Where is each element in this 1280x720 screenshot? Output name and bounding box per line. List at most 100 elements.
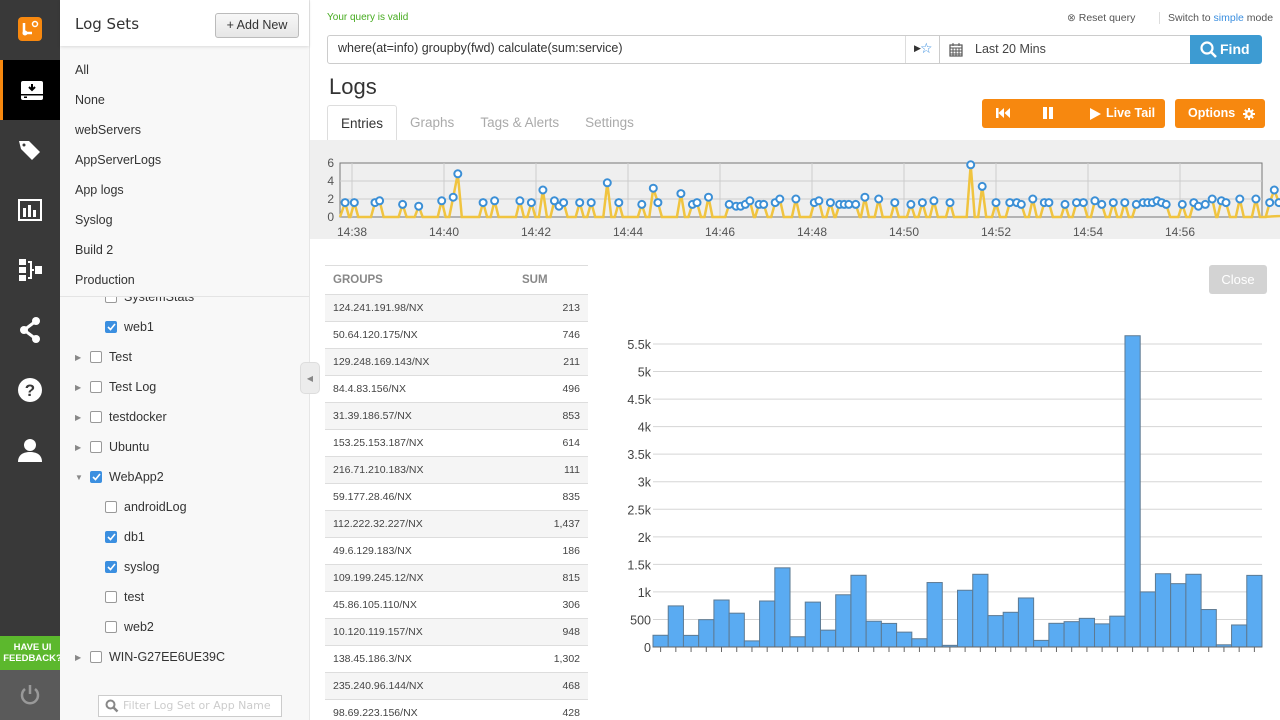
hierarchy-nav-item[interactable] [0, 240, 60, 300]
bar[interactable] [880, 622, 898, 648]
data-point[interactable] [814, 196, 824, 206]
bar[interactable] [1063, 621, 1080, 648]
close-button[interactable]: Close [1209, 265, 1267, 294]
table-row[interactable]: 49.6.129.183/NX 186 [325, 538, 588, 565]
data-point[interactable] [929, 196, 939, 206]
log-tree-item[interactable]: ▶ testdocker [75, 407, 167, 427]
bar[interactable] [667, 605, 684, 648]
table-row[interactable]: 138.45.186.3/NX 1,302 [325, 646, 588, 673]
feedback-button[interactable]: HAVE UI FEEDBACK? [0, 636, 65, 670]
time-range-picker[interactable]: Last 20 Mins [940, 35, 1191, 64]
data-point[interactable] [398, 199, 408, 209]
data-point[interactable] [437, 196, 447, 206]
logo-icon[interactable] [18, 17, 42, 41]
data-point[interactable] [676, 189, 686, 199]
checkbox[interactable] [90, 651, 102, 663]
log-tree-item[interactable]: db1 [105, 527, 145, 547]
log-set-item[interactable]: AppServerLogs [60, 145, 309, 175]
table-row[interactable]: 124.241.191.98/NX 213 [325, 295, 588, 322]
bar[interactable] [743, 640, 761, 648]
bar[interactable] [911, 638, 928, 648]
data-point[interactable] [1028, 194, 1038, 204]
bar[interactable] [1048, 622, 1065, 648]
bar[interactable] [1094, 623, 1111, 648]
data-point[interactable] [825, 198, 835, 208]
data-point[interactable] [1221, 198, 1231, 208]
data-point[interactable] [874, 194, 884, 204]
table-row[interactable]: 84.4.83.156/NX 496 [325, 376, 588, 403]
bar[interactable] [1139, 591, 1156, 648]
data-point[interactable] [977, 181, 987, 191]
data-point[interactable] [1251, 194, 1261, 204]
data-point[interactable] [906, 199, 916, 209]
log-set-item[interactable]: App logs [60, 175, 309, 205]
log-tree-item[interactable]: ▶ WIN-G27EE6UE39C [75, 647, 225, 667]
data-point[interactable] [1016, 199, 1026, 209]
column-header-groups[interactable]: GROUPS [333, 274, 383, 286]
data-point[interactable] [890, 198, 900, 208]
data-point[interactable] [515, 196, 525, 206]
data-point[interactable] [340, 198, 350, 208]
caret-right-icon[interactable]: ▶ [75, 653, 85, 662]
checkbox[interactable] [90, 441, 102, 453]
table-row[interactable]: 235.240.96.144/NX 468 [325, 673, 588, 700]
bar[interactable] [652, 634, 669, 648]
bar[interactable] [957, 589, 974, 648]
data-point[interactable] [1161, 199, 1171, 209]
log-tree-item[interactable]: syslog [105, 557, 159, 577]
share-nav-item[interactable] [0, 300, 60, 360]
data-point[interactable] [453, 169, 463, 179]
data-point[interactable] [586, 198, 596, 208]
data-point[interactable] [692, 198, 702, 208]
bar[interactable] [987, 615, 1004, 648]
bar[interactable] [1170, 583, 1187, 648]
data-point[interactable] [759, 199, 769, 209]
tab-graphs[interactable]: Graphs [397, 105, 467, 141]
find-button[interactable]: Find [1190, 35, 1262, 64]
data-point[interactable] [991, 198, 1001, 208]
table-row[interactable]: 109.199.245.12/NX 815 [325, 565, 588, 592]
log-tree-item[interactable]: web2 [105, 617, 154, 637]
tab-tags-alerts[interactable]: Tags & Alerts [467, 105, 572, 141]
data-point[interactable] [559, 198, 569, 208]
bar[interactable] [698, 619, 715, 648]
bar[interactable] [850, 574, 867, 648]
table-row[interactable]: 31.39.186.57/NX 853 [325, 403, 588, 430]
checkbox[interactable] [90, 411, 102, 423]
caret-right-icon[interactable]: ▶ [75, 413, 85, 422]
live-tail-button[interactable]: Live Tail [1090, 99, 1155, 128]
log-tree-item[interactable]: ▼ WebApp2 [75, 467, 164, 487]
log-tree-item[interactable]: ▶ Test [75, 347, 132, 367]
bar[interactable] [1154, 573, 1172, 648]
log-tree-item[interactable]: SystemStats [105, 297, 194, 307]
data-point[interactable] [349, 198, 359, 208]
bar[interactable] [713, 599, 730, 648]
checkbox[interactable] [90, 351, 102, 363]
filter-log-set-input[interactable]: Filter Log Set or App Name [98, 695, 282, 717]
bar[interactable] [1231, 624, 1248, 648]
data-point[interactable] [490, 196, 500, 206]
table-row[interactable]: 112.222.32.227/NX 1,437 [325, 511, 588, 538]
data-point[interactable] [704, 192, 713, 202]
data-point[interactable] [1078, 198, 1088, 208]
bar[interactable] [896, 631, 913, 648]
help-nav-item[interactable]: ? [0, 360, 60, 420]
checkbox[interactable] [105, 531, 117, 543]
bar[interactable] [1033, 639, 1050, 648]
log-set-item[interactable]: Syslog [60, 205, 309, 235]
data-point[interactable] [745, 196, 755, 206]
checkbox[interactable] [105, 621, 117, 633]
data-point[interactable] [775, 194, 785, 204]
caret-right-icon[interactable]: ▶ [75, 383, 85, 392]
column-header-sum[interactable]: SUM [522, 274, 548, 286]
options-button[interactable]: Options [1175, 99, 1265, 128]
log-set-item[interactable]: None [60, 85, 309, 115]
bar[interactable] [1246, 574, 1263, 648]
data-point[interactable] [575, 198, 585, 208]
data-point[interactable] [1265, 198, 1275, 208]
data-point[interactable] [966, 160, 976, 170]
logout-button[interactable] [0, 670, 60, 720]
data-point[interactable] [851, 199, 861, 209]
bar[interactable] [804, 601, 821, 648]
data-point[interactable] [945, 198, 955, 208]
